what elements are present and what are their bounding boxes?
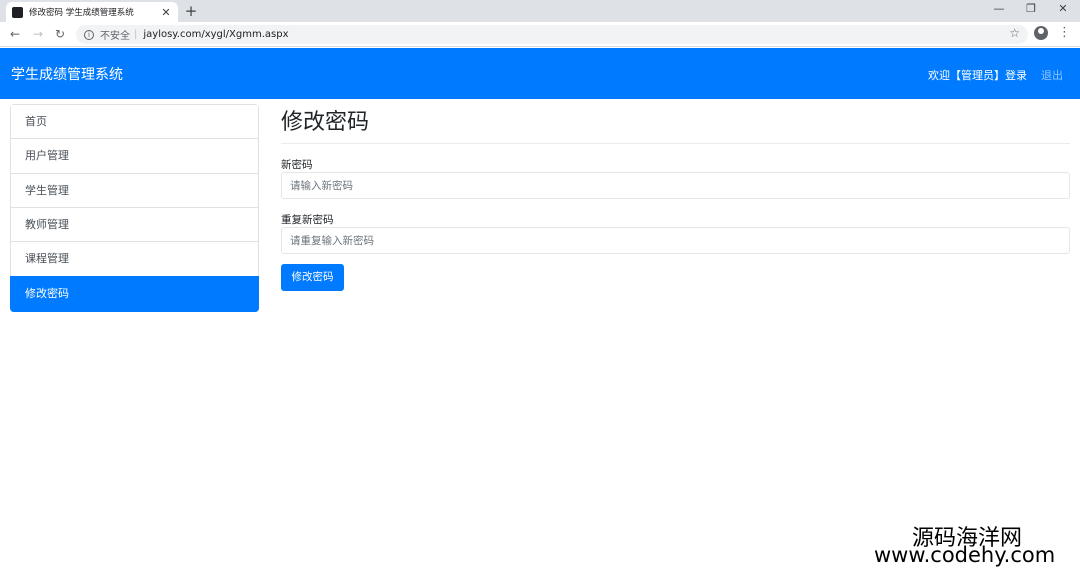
sidebar-item-teachers[interactable]: 教师管理	[10, 207, 259, 242]
url-text: jaylosy.com/xygl/Xgmm.aspx	[143, 29, 289, 40]
sidebar-item-change-password[interactable]: 修改密码	[10, 276, 259, 312]
app-brand[interactable]: 学生成绩管理系统	[11, 64, 123, 84]
tab-title: 修改密码 学生成绩管理系统	[29, 8, 134, 18]
address-bar: ← → ↻ i 不安全 | jaylosy.com/xygl/Xgmm.aspx…	[0, 22, 1080, 47]
tab-close-icon[interactable]: ✕	[160, 6, 172, 19]
repeat-password-field[interactable]	[281, 227, 1070, 254]
browser-tab[interactable]: 修改密码 学生成绩管理系统 ✕	[6, 2, 178, 22]
sidebar-item-courses[interactable]: 课程管理	[10, 241, 259, 276]
back-icon[interactable]: ←	[6, 25, 24, 43]
new-password-label: 新密码	[281, 159, 313, 171]
browser-tab-bar: 修改密码 学生成绩管理系统 ✕ + — ❐ ✕	[0, 0, 1080, 22]
sidebar-item-home[interactable]: 首页	[10, 104, 259, 139]
title-divider	[281, 143, 1070, 144]
info-icon[interactable]: i	[84, 29, 94, 40]
welcome-text: 欢迎【管理员】登录	[928, 69, 1027, 82]
reload-icon[interactable]: ↻	[51, 25, 69, 43]
minimize-icon[interactable]: —	[982, 0, 1016, 20]
sidebar-menu: 首页 用户管理 学生管理 教师管理 课程管理 修改密码	[10, 104, 259, 312]
profile-avatar-icon[interactable]	[1034, 26, 1048, 40]
restore-icon[interactable]: ❐	[1014, 0, 1048, 20]
bookmark-star-icon[interactable]: ☆	[1009, 26, 1020, 40]
change-password-button[interactable]: 修改密码	[281, 264, 344, 291]
logout-link[interactable]: 退出	[1041, 67, 1063, 83]
insecure-label: 不安全	[100, 31, 130, 42]
sidebar-item-users[interactable]: 用户管理	[10, 138, 259, 173]
app-navbar: 学生成绩管理系统 欢迎【管理员】登录 退出	[0, 48, 1080, 99]
site-favicon-icon	[12, 6, 23, 18]
sidebar-item-students[interactable]: 学生管理	[10, 173, 259, 208]
url-input[interactable]: i 不安全 | jaylosy.com/xygl/Xgmm.aspx ☆	[76, 25, 1028, 44]
repeat-password-label: 重复新密码	[281, 214, 334, 226]
window-close-icon[interactable]: ✕	[1046, 0, 1080, 20]
watermark-url: www.codehy.com	[874, 543, 1056, 567]
new-tab-button[interactable]: +	[182, 2, 200, 20]
new-password-field[interactable]	[281, 172, 1070, 199]
url-separator: |	[134, 29, 138, 40]
forward-icon[interactable]: →	[29, 25, 47, 43]
browser-menu-icon[interactable]: ⋮	[1058, 25, 1071, 41]
page-title: 修改密码	[281, 110, 370, 135]
